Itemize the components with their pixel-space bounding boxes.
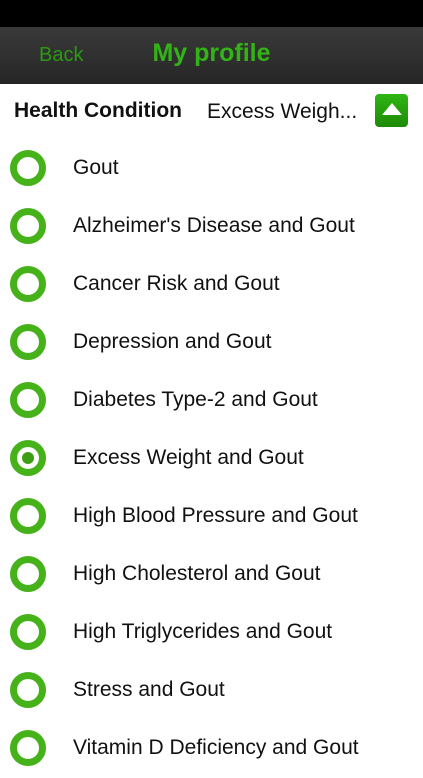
option-label: Depression and Gout: [73, 330, 272, 353]
radio-button-icon[interactable]: [10, 324, 46, 360]
triangle-up-icon: [382, 103, 402, 115]
option-high-blood-pressure-and-gout[interactable]: High Blood Pressure and Gout: [0, 488, 423, 546]
navigation-bar: Back My profile: [0, 27, 423, 85]
option-label: Gout: [73, 156, 119, 179]
page-title: My profile: [152, 39, 271, 67]
option-label: High Triglycerides and Gout: [73, 620, 333, 643]
option-alzheimers-and-gout[interactable]: Alzheimer's Disease and Gout: [0, 198, 423, 256]
option-vitamin-d-deficiency-and-gout[interactable]: Vitamin D Deficiency and Gout: [0, 720, 423, 778]
radio-button-icon[interactable]: [10, 382, 46, 418]
radio-button-icon[interactable]: [10, 150, 46, 186]
option-gout[interactable]: Gout: [0, 140, 423, 198]
radio-button-icon[interactable]: [10, 614, 46, 650]
option-high-triglycerides-and-gout[interactable]: High Triglycerides and Gout: [0, 604, 423, 662]
option-label: High Cholesterol and Gout: [73, 562, 321, 585]
option-label: High Blood Pressure and Gout: [73, 504, 358, 527]
dropdown-toggle-button[interactable]: [375, 94, 408, 127]
condition-options-list: Gout Alzheimer's Disease and Gout Cancer…: [0, 140, 423, 778]
option-label: Stress and Gout: [73, 678, 225, 701]
option-stress-and-gout[interactable]: Stress and Gout: [0, 662, 423, 720]
radio-button-icon[interactable]: [10, 730, 46, 766]
radio-button-icon[interactable]: [10, 498, 46, 534]
option-label: Excess Weight and Gout: [73, 446, 304, 469]
radio-button-icon[interactable]: [10, 672, 46, 708]
option-label: Diabetes Type-2 and Gout: [73, 388, 318, 411]
status-bar: [0, 0, 423, 27]
option-depression-and-gout[interactable]: Depression and Gout: [0, 314, 423, 372]
radio-button-icon[interactable]: [10, 556, 46, 592]
option-label: Cancer Risk and Gout: [73, 272, 280, 295]
health-condition-value[interactable]: Excess Weigh...: [207, 100, 367, 124]
option-label: Alzheimer's Disease and Gout: [73, 214, 355, 237]
option-cancer-risk-and-gout[interactable]: Cancer Risk and Gout: [0, 256, 423, 314]
option-label: Vitamin D Deficiency and Gout: [73, 736, 359, 759]
health-condition-label: Health Condition: [14, 99, 182, 122]
option-high-cholesterol-and-gout[interactable]: High Cholesterol and Gout: [0, 546, 423, 604]
radio-button-icon[interactable]: [10, 266, 46, 302]
health-condition-selector[interactable]: Health Condition Excess Weigh...: [0, 84, 423, 140]
radio-button-icon[interactable]: [10, 208, 46, 244]
radio-button-selected-icon[interactable]: [10, 440, 46, 476]
option-excess-weight-and-gout[interactable]: Excess Weight and Gout: [0, 430, 423, 488]
option-diabetes-type-2-and-gout[interactable]: Diabetes Type-2 and Gout: [0, 372, 423, 430]
